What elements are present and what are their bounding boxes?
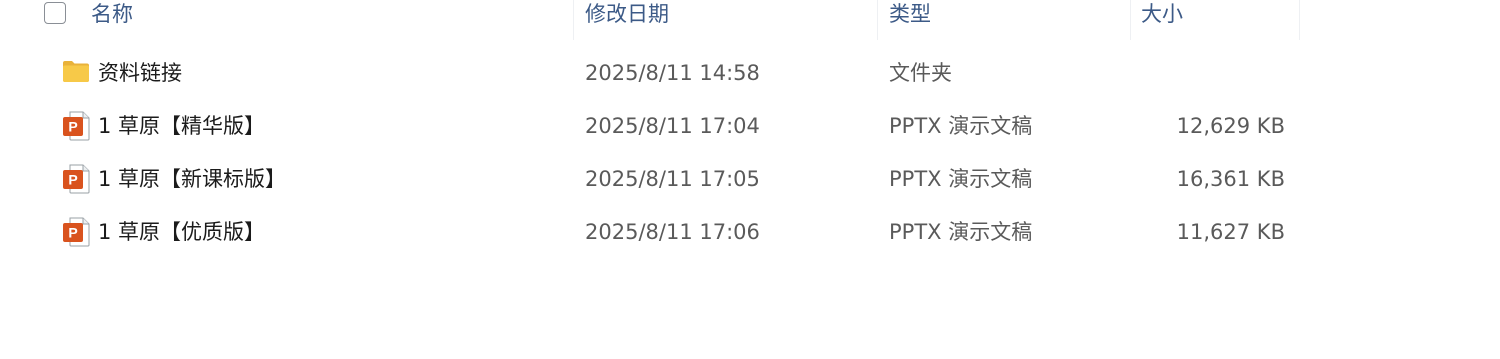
folder-icon (62, 47, 92, 99)
column-header-size-label: 大小 (1141, 2, 1183, 26)
file-size: 12,629 KB (1176, 114, 1285, 138)
file-type: PPTX 演示文稿 (889, 114, 1033, 138)
file-row-pptx[interactable]: P 1 草原【优质版】 2025/8/11 17:06 PPTX 演示文稿 11… (0, 206, 1500, 258)
file-modified: 2025/8/11 14:58 (585, 61, 760, 85)
column-header-size[interactable]: 大小 (1131, 0, 1299, 40)
svg-text:P: P (68, 225, 77, 241)
file-name: 1 草原【新课标版】 (98, 167, 287, 191)
file-size: 16,361 KB (1176, 167, 1285, 191)
file-row-pptx[interactable]: P 1 草原【新课标版】 2025/8/11 17:05 PPTX 演示文稿 1… (0, 153, 1500, 205)
pptx-icon: P (62, 100, 92, 152)
file-modified: 2025/8/11 17:06 (585, 220, 760, 244)
file-type: PPTX 演示文稿 (889, 167, 1033, 191)
file-name: 1 草原【优质版】 (98, 220, 266, 244)
file-row-folder[interactable]: 资料链接 2025/8/11 14:58 文件夹 (0, 47, 1500, 99)
column-header-date-label: 修改日期 (585, 2, 669, 26)
file-explorer: 名称 修改日期 类型 大小 资料链接 2025/8/11 14:58 文件夹 P… (0, 0, 1500, 359)
file-name: 资料链接 (98, 61, 182, 85)
column-header-row: 名称 修改日期 类型 大小 (0, 0, 1500, 40)
column-divider[interactable] (1299, 0, 1300, 40)
select-all-checkbox[interactable] (44, 2, 66, 24)
file-size: 11,627 KB (1176, 220, 1285, 244)
column-header-name[interactable]: 名称 (80, 0, 573, 40)
column-header-type-label: 类型 (889, 2, 931, 26)
file-type: 文件夹 (889, 61, 952, 85)
file-modified: 2025/8/11 17:04 (585, 114, 760, 138)
file-row-pptx[interactable]: P 1 草原【精华版】 2025/8/11 17:04 PPTX 演示文稿 12… (0, 100, 1500, 152)
svg-text:P: P (68, 119, 77, 135)
column-header-date[interactable]: 修改日期 (574, 0, 877, 40)
svg-text:P: P (68, 172, 77, 188)
file-size (1130, 47, 1285, 99)
pptx-icon: P (62, 153, 92, 205)
column-header-name-label: 名称 (91, 2, 133, 26)
column-header-type[interactable]: 类型 (878, 0, 1130, 40)
file-type: PPTX 演示文稿 (889, 220, 1033, 244)
pptx-icon: P (62, 206, 92, 258)
file-modified: 2025/8/11 17:05 (585, 167, 760, 191)
file-name: 1 草原【精华版】 (98, 114, 266, 138)
